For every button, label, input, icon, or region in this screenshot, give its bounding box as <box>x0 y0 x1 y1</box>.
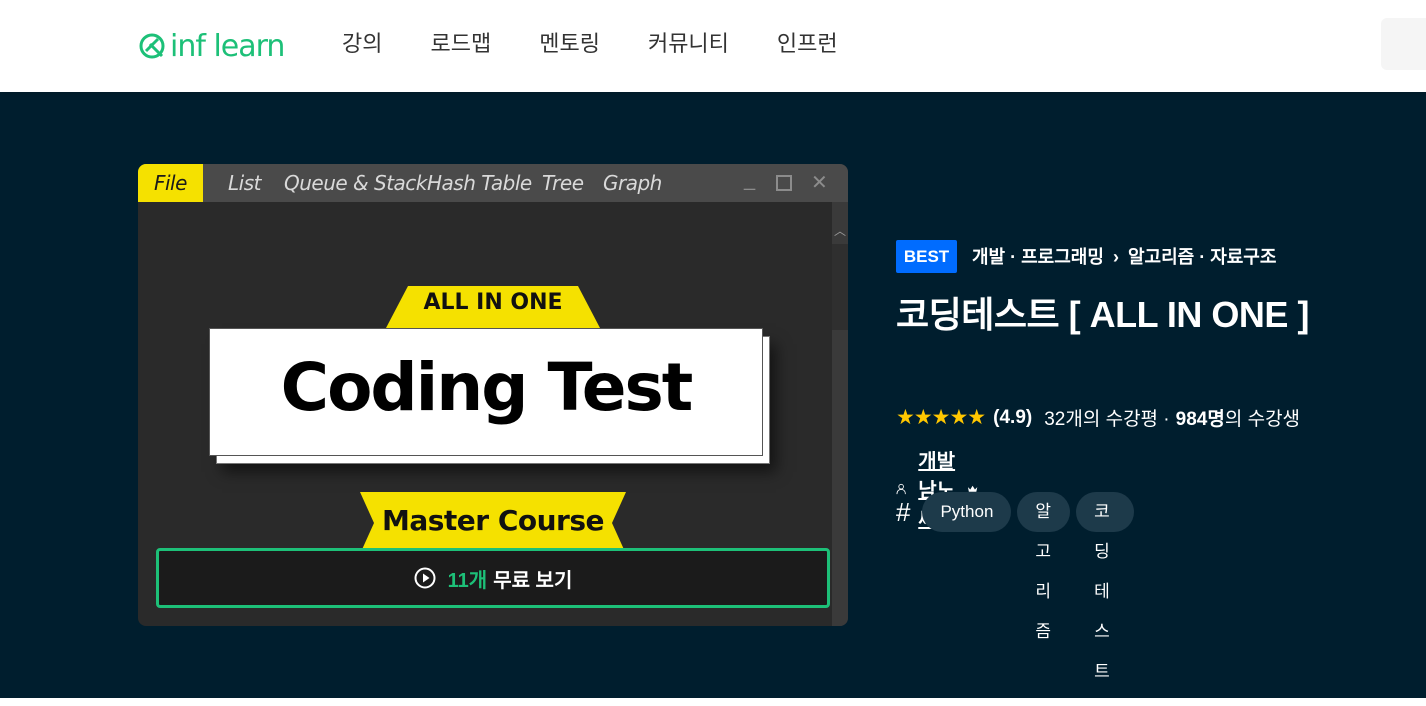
nav-item-inflearn[interactable]: 인프런 <box>777 28 838 60</box>
page-body-start <box>0 698 1426 706</box>
minimize-icon: _ <box>744 169 756 191</box>
chevron-up-icon: ︿ <box>833 224 846 238</box>
banner-top-text: ALL IN ONE <box>423 290 563 315</box>
review-count[interactable]: 32개의 수강평 · <box>1044 404 1169 431</box>
tag-coding-test[interactable]: 코딩 테스트 <box>1076 492 1135 681</box>
search-box[interactable] <box>1381 18 1426 70</box>
tag-python[interactable]: Python <box>922 492 1012 532</box>
rating-row: ★★★★★ (4.9) 32개의 수강평 · 984명 의 수강생 <box>896 404 1300 431</box>
rating-score: (4.9) <box>993 406 1033 428</box>
star-rating-icon: ★★★★★ <box>896 406 986 429</box>
course-title: 코딩테스트 [ ALL IN ONE ] <box>896 294 1309 335</box>
free-preview-count: 11개 <box>447 569 488 592</box>
free-preview-button[interactable]: 11개 무료 보기 <box>156 548 830 608</box>
hashtag-icon: # <box>896 496 911 527</box>
course-thumbnail: File List Queue & Stack Hash Table Tree … <box>138 164 848 626</box>
student-suffix: 의 수강생 <box>1224 409 1301 430</box>
top-header: inf learn 강의 로드맵 멘토링 커뮤니티 인프런 <box>0 0 1426 92</box>
nav-item-courses[interactable]: 강의 <box>342 28 382 60</box>
thumb-tab-queue-stack: Queue & Stack <box>284 171 427 195</box>
nav-item-community[interactable]: 커뮤니티 <box>648 28 729 60</box>
inflearn-logo[interactable]: inf learn <box>138 26 285 66</box>
banner-bottom-text: Master Course <box>381 504 605 537</box>
thumb-tab-hash-table: Hash Table <box>427 171 532 195</box>
close-icon: ✕ <box>811 172 828 194</box>
main-nav: 강의 로드맵 멘토링 커뮤니티 인프런 <box>342 28 886 60</box>
thumb-tab-file: File <box>138 164 203 202</box>
breadcrumb: 개발 · 프로그래밍 › 알고리즘 · 자료구조 <box>972 244 1276 270</box>
course-hero: File List Queue & Stack Hash Table Tree … <box>0 92 1426 698</box>
card-title: Coding Test <box>280 349 694 426</box>
tags-row: # Python 알고리즘 코딩 테스트 <box>896 492 1140 681</box>
breadcrumb-subcategory[interactable]: 알고리즘 · 자료구조 <box>1128 247 1276 267</box>
thumb-tab-list: List <box>228 171 261 195</box>
thumb-tab-graph: Graph <box>603 171 662 195</box>
logo-text: inf learn <box>170 28 285 64</box>
play-icon <box>414 567 436 589</box>
tag-algorithm[interactable]: 알고리즘 <box>1017 492 1071 641</box>
student-count: 984명 <box>1175 409 1225 430</box>
scrollbar-thumb <box>832 244 848 330</box>
thumb-tab-tree: Tree <box>542 171 584 195</box>
maximize-icon <box>776 175 792 191</box>
nav-item-mentoring[interactable]: 멘토링 <box>539 28 600 60</box>
free-preview-label: 무료 보기 <box>493 569 573 592</box>
nav-item-roadmap[interactable]: 로드맵 <box>430 28 491 60</box>
chevron-right-icon: › <box>1112 247 1119 267</box>
best-badge: BEST <box>896 240 957 273</box>
leaf-logo-icon <box>139 33 165 59</box>
breadcrumb-category[interactable]: 개발 · 프로그래밍 <box>972 247 1104 267</box>
